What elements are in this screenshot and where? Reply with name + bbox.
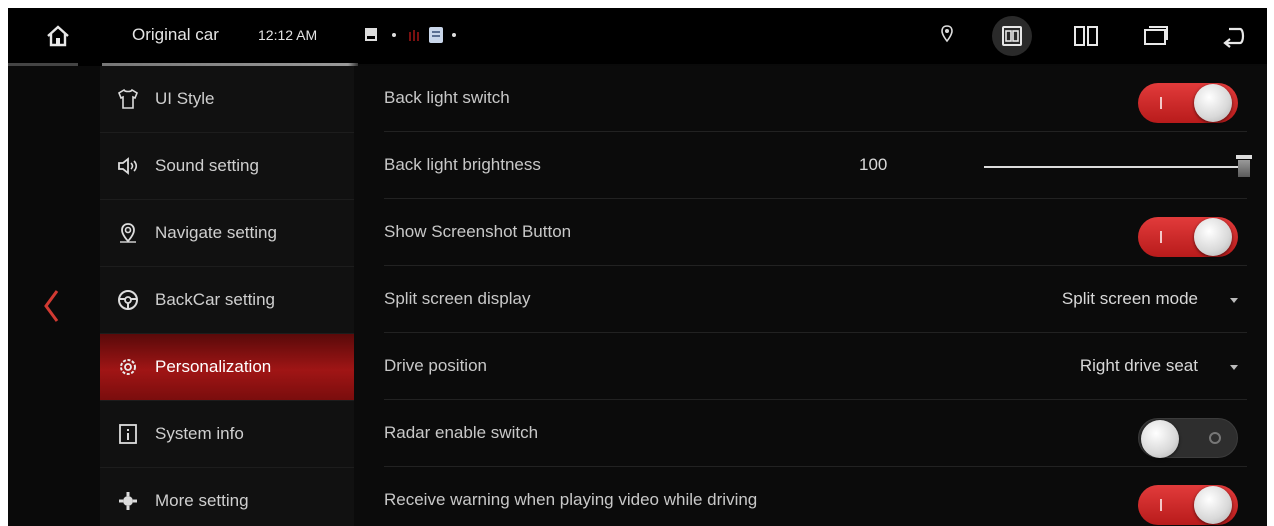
setting-row-radar-enable-switch: Radar enable switch [354,401,1267,467]
divider [384,265,1247,266]
setting-row-show-screenshot-button: Show Screenshot Button [354,200,1267,266]
location-icon [941,25,953,43]
toggle-knob [1194,84,1232,122]
setting-row-drive-position: Drive position Right drive seat [354,334,1267,400]
split-screen-icon[interactable] [1072,24,1100,48]
sidebar-item-more-setting[interactable]: More setting [100,468,354,526]
setting-label: Receive warning when playing video while… [384,490,758,509]
split-screen-dropdown[interactable]: Split screen mode [1062,289,1198,309]
caret-down-icon[interactable] [1230,365,1238,370]
recent-apps-icon[interactable] [1142,24,1170,48]
slider-thumb-body [1238,160,1250,177]
setting-label: Radar enable switch [384,423,539,442]
divider [384,131,1247,132]
sidebar-item-backcar-setting[interactable]: BackCar setting [100,267,354,333]
brightness-slider[interactable] [984,166,1242,168]
settings-sidebar: UI Style Sound setting Navigate setting [100,66,354,526]
screenshot-button-toggle[interactable] [1138,217,1238,257]
sidebar-item-label: UI Style [155,89,215,108]
setting-row-back-light-brightness: Back light brightness 100 [354,133,1267,199]
status-bar: Original car 12:12 AM [8,8,1267,66]
sidebar-item-label: Personalization [155,357,272,376]
setting-label: Drive position [384,356,487,375]
shirt-icon [118,88,138,109]
status-time: 12:12 AM [258,27,318,43]
sidebar-item-label: System info [155,424,244,443]
sidebar-item-ui-style[interactable]: UI Style [100,66,354,132]
home-icon[interactable] [44,22,72,50]
toggle-on-indicator [1160,97,1162,109]
caret-down-icon[interactable] [1230,298,1238,303]
car-link-icon[interactable] [998,24,1026,48]
divider [384,198,1247,199]
brightness-value: 100 [859,155,888,174]
speaker-icon [118,157,138,175]
divider [384,332,1247,333]
sidebar-item-sound-setting[interactable]: Sound setting [100,133,354,199]
steering-wheel-icon [118,290,138,310]
toggle-knob [1194,486,1232,524]
sidebar-item-label: More setting [155,491,249,510]
toggle-on-indicator [1160,499,1162,511]
video-warning-toggle[interactable] [1138,485,1238,525]
dot-icon [392,33,396,37]
head-unit-screen: Original car 12:12 AM UI Style Sound set… [8,8,1267,526]
more-settings-icon [119,492,137,510]
divider [384,466,1247,467]
setting-row-video-warning: Receive warning when playing video while… [354,468,1267,526]
radar-enable-toggle[interactable] [1138,418,1238,458]
gear-icon [120,359,136,375]
back-light-toggle[interactable] [1138,83,1238,123]
app-notification-icon [429,27,443,43]
sidebar-item-system-info[interactable]: System info [100,401,354,467]
chevron-left-icon[interactable] [42,288,60,324]
sidebar-item-label: BackCar setting [155,290,275,309]
sidebar-item-navigate-setting[interactable]: Navigate setting [100,200,354,266]
settings-panel: Back light switch Back light brightness … [354,66,1267,526]
slider-thumb-cap [1236,155,1252,159]
notification-icon [365,28,377,41]
setting-row-split-screen-display: Split screen display Split screen mode [354,267,1267,333]
back-column [8,66,100,526]
setting-label: Split screen display [384,289,531,308]
toggle-knob [1141,420,1179,458]
location-pin-icon [120,223,136,243]
sidebar-item-personalization[interactable]: Personalization [100,334,354,400]
signal-icon [409,30,419,41]
setting-row-back-light-switch: Back light switch [354,66,1267,132]
sidebar-item-label: Sound setting [155,156,259,175]
drive-position-dropdown[interactable]: Right drive seat [1080,356,1198,376]
toggle-off-indicator [1209,432,1221,444]
divider [384,399,1247,400]
toggle-on-indicator [1160,231,1162,243]
brightness-slider-thumb[interactable] [1236,155,1252,177]
dot-icon [452,33,456,37]
setting-label: Show Screenshot Button [384,222,572,241]
toggle-knob [1194,218,1232,256]
setting-label: Back light brightness [384,155,541,174]
info-icon [119,424,137,444]
setting-label: Back light switch [384,88,510,107]
sidebar-item-label: Navigate setting [155,223,277,242]
back-icon[interactable] [1220,24,1248,48]
status-title: Original car [132,25,219,44]
